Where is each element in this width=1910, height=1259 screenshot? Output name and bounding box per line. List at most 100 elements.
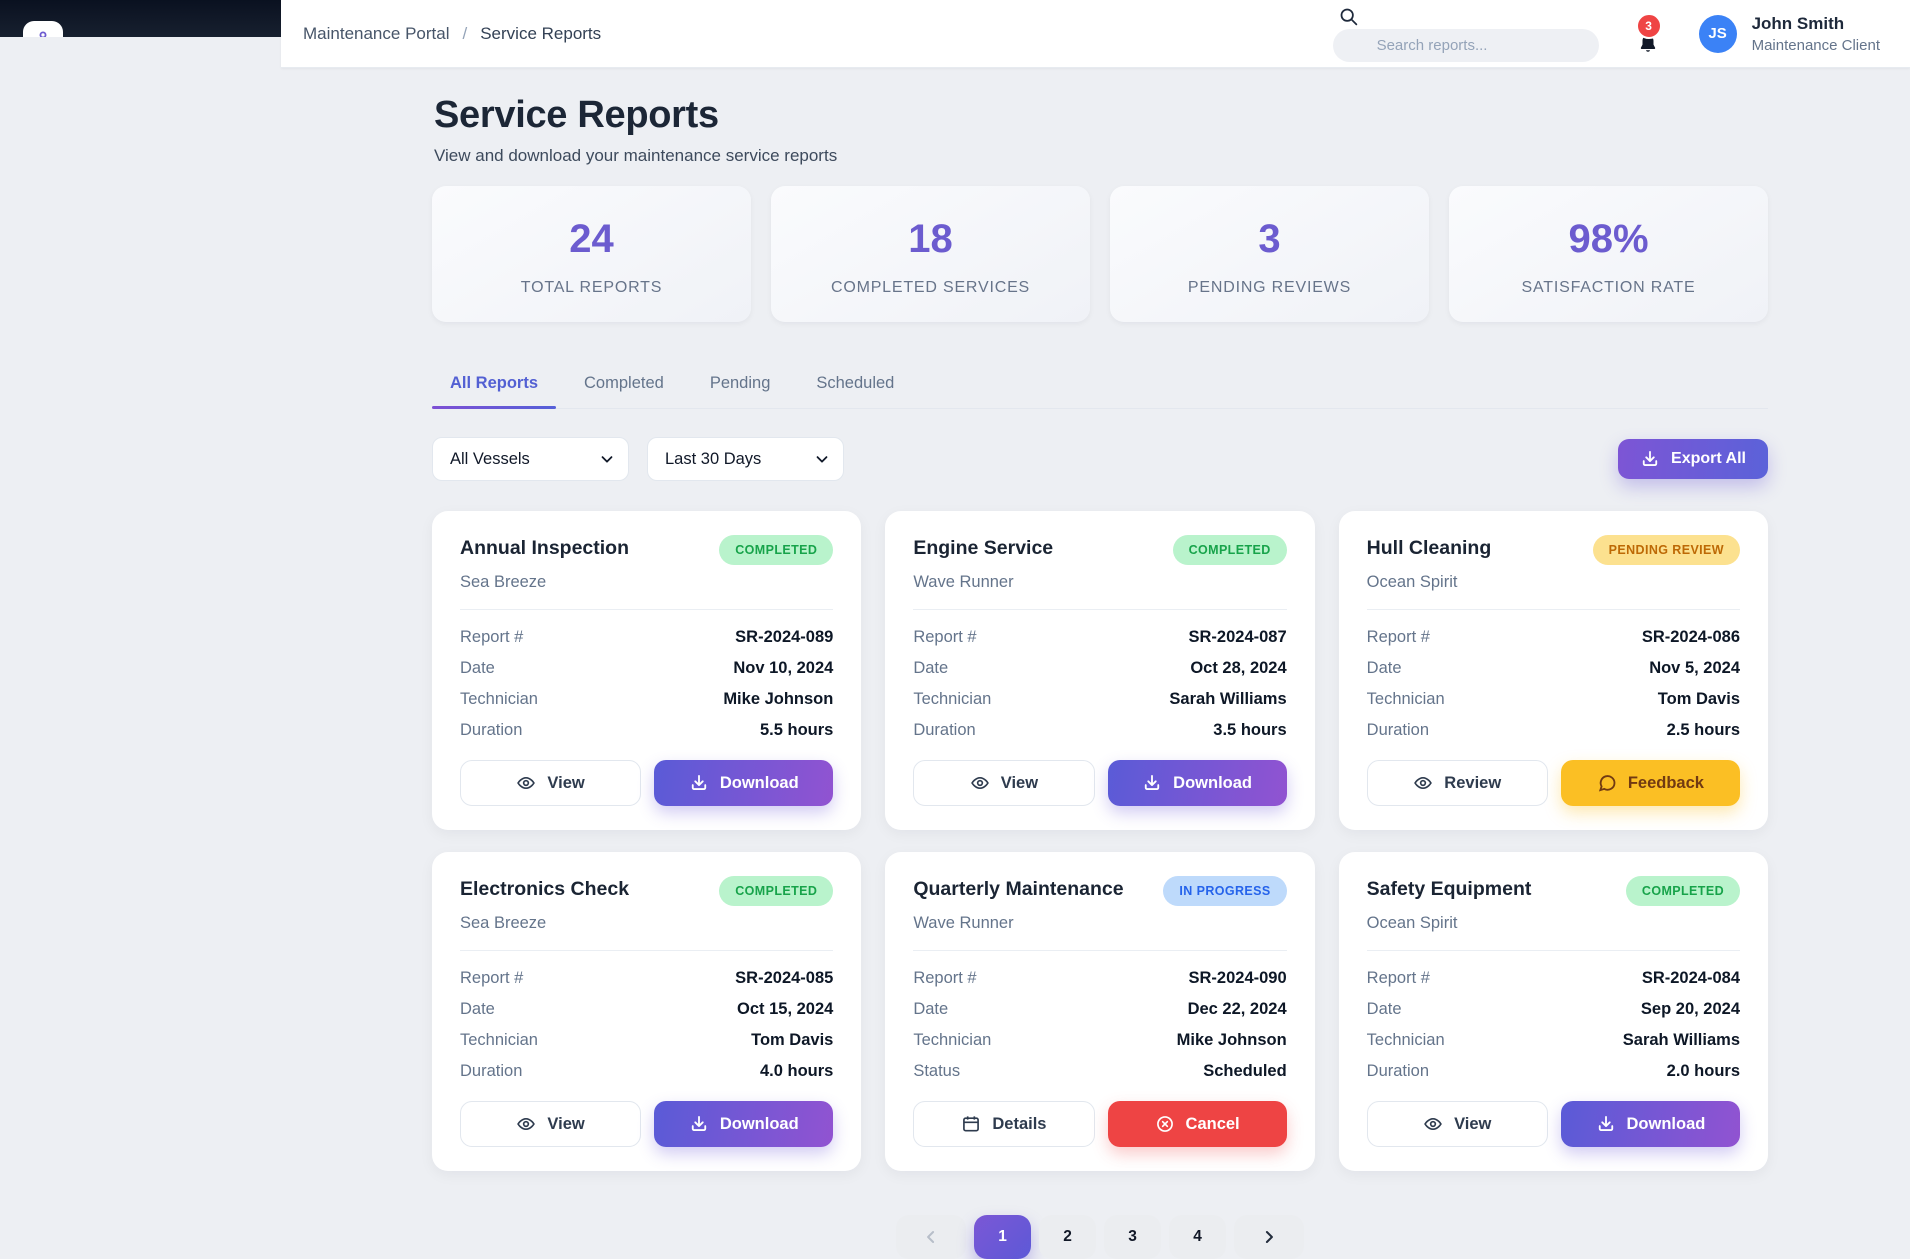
page-buttons: 1234	[974, 1215, 1226, 1259]
stat-value: 18	[908, 217, 953, 262]
field-value: Tom Davis	[751, 1031, 833, 1050]
vessel-name: Sea Breeze	[460, 914, 833, 933]
breadcrumb-item-current: Service Reports	[480, 24, 601, 44]
field-label: Duration	[1367, 1062, 1429, 1081]
report-card-header: Hull Cleaning PENDING REVIEW	[1367, 535, 1740, 565]
eye-icon	[1423, 1114, 1443, 1134]
report-card-header: Safety Equipment COMPLETED	[1367, 876, 1740, 906]
divider	[913, 950, 1286, 951]
user-name: John Smith	[1752, 15, 1880, 32]
page-1-button[interactable]: 1	[974, 1215, 1031, 1259]
field-value: Sarah Williams	[1169, 690, 1286, 709]
report-card: Engine Service COMPLETED Wave Runner Rep…	[885, 511, 1314, 830]
vessel-name: Wave Runner	[913, 914, 1286, 933]
notifications-button[interactable]: 3	[1635, 15, 1661, 55]
download-icon	[689, 1114, 709, 1134]
view-button[interactable]: View	[913, 760, 1094, 806]
notification-badge: 3	[1636, 13, 1662, 39]
report-card-header: Electronics Check COMPLETED	[460, 876, 833, 906]
report-actions: Review Feedback	[1367, 760, 1740, 806]
field-label: Duration	[460, 721, 522, 740]
field-value: Sep 20, 2024	[1641, 1000, 1740, 1019]
field-value: SR-2024-087	[1189, 628, 1287, 647]
report-card-header: Quarterly Maintenance IN PROGRESS	[913, 876, 1286, 906]
report-title: Annual Inspection	[460, 537, 629, 560]
field-label: Date	[913, 659, 948, 678]
vessel-filter-value: All Vessels	[450, 450, 530, 469]
chevron-down-icon	[598, 450, 616, 468]
vessel-filter-select[interactable]: All Vessels	[432, 437, 629, 481]
download-button[interactable]: Download	[1561, 1101, 1740, 1147]
tab-scheduled[interactable]: Scheduled	[798, 364, 912, 408]
status-badge: PENDING REVIEW	[1593, 535, 1740, 565]
stat-label: TOTAL REPORTS	[521, 279, 662, 297]
date-filter-select[interactable]: Last 30 Days	[647, 437, 844, 481]
report-field-row: Report # SR-2024-086	[1367, 628, 1740, 647]
report-actions: View Download	[460, 1101, 833, 1147]
tab-pending[interactable]: Pending	[692, 364, 789, 408]
page-2-button[interactable]: 2	[1039, 1215, 1096, 1259]
field-value: 4.0 hours	[760, 1062, 833, 1081]
action-label: Download	[720, 774, 799, 793]
stat-label: COMPLETED SERVICES	[831, 279, 1030, 297]
report-field-row: Technician Mike Johnson	[460, 690, 833, 709]
stat-card-satisfaction-rate: 98% SATISFACTION RATE	[1449, 186, 1768, 322]
stat-label: SATISFACTION RATE	[1522, 279, 1696, 297]
breadcrumb-item-portal[interactable]: Maintenance Portal	[303, 24, 449, 44]
report-field-row: Report # SR-2024-084	[1367, 969, 1740, 988]
field-label: Technician	[913, 690, 991, 709]
report-title: Hull Cleaning	[1367, 537, 1492, 560]
report-actions: Details Cancel	[913, 1101, 1286, 1147]
avatar[interactable]: JS	[1699, 15, 1737, 53]
action-label: View	[1001, 774, 1038, 793]
report-field-row: Technician Mike Johnson	[913, 1031, 1286, 1050]
view-button[interactable]: View	[1367, 1101, 1548, 1147]
report-title: Engine Service	[913, 537, 1053, 560]
action-label: Download	[1627, 1115, 1706, 1134]
eye-icon	[516, 1114, 536, 1134]
main-content: Service Reports View and download your m…	[432, 68, 1768, 1259]
field-value: Sarah Williams	[1623, 1031, 1740, 1050]
field-label: Date	[1367, 659, 1402, 678]
next-page-button[interactable]	[1234, 1215, 1304, 1259]
tab-completed[interactable]: Completed	[566, 364, 682, 408]
vessel-name: Ocean Spirit	[1367, 914, 1740, 933]
field-label: Status	[913, 1062, 960, 1081]
report-title: Quarterly Maintenance	[913, 878, 1123, 901]
field-label: Technician	[460, 690, 538, 709]
field-label: Report #	[913, 969, 976, 988]
search-icon[interactable]	[1338, 6, 1359, 27]
report-card: Quarterly Maintenance IN PROGRESS Wave R…	[885, 852, 1314, 1171]
prev-page-button[interactable]	[896, 1215, 966, 1259]
field-value: Oct 15, 2024	[737, 1000, 833, 1019]
page-3-button[interactable]: 3	[1104, 1215, 1161, 1259]
page-4-button[interactable]: 4	[1169, 1215, 1226, 1259]
field-value: Nov 5, 2024	[1649, 659, 1740, 678]
download-button[interactable]: Download	[1108, 760, 1287, 806]
report-title: Safety Equipment	[1367, 878, 1532, 901]
stats-row: 24 TOTAL REPORTS 18 COMPLETED SERVICES 3…	[432, 186, 1768, 322]
report-fields: Report # SR-2024-084 Date Sep 20, 2024 T…	[1367, 969, 1740, 1081]
search-input[interactable]	[1333, 29, 1599, 62]
field-label: Report #	[460, 969, 523, 988]
report-field-row: Duration 2.0 hours	[1367, 1062, 1740, 1081]
download-button[interactable]: Download	[654, 760, 833, 806]
action-label: Download	[720, 1115, 799, 1134]
view-button[interactable]: View	[460, 1101, 641, 1147]
report-field-row: Technician Tom Davis	[460, 1031, 833, 1050]
app-logo[interactable]	[23, 21, 63, 37]
report-card: Annual Inspection COMPLETED Sea Breeze R…	[432, 511, 861, 830]
stat-card-total-reports: 24 TOTAL REPORTS	[432, 186, 751, 322]
view-button[interactable]: View	[460, 760, 641, 806]
review-button[interactable]: Review	[1367, 760, 1548, 806]
details-button[interactable]: Details	[913, 1101, 1094, 1147]
cancel-button[interactable]: Cancel	[1108, 1101, 1287, 1147]
feedback-button[interactable]: Feedback	[1561, 760, 1740, 806]
tab-all-reports[interactable]: All Reports	[432, 364, 556, 408]
report-fields: Report # SR-2024-087 Date Oct 28, 2024 T…	[913, 628, 1286, 740]
action-label: Review	[1444, 774, 1501, 793]
export-all-button[interactable]: Export All	[1618, 439, 1768, 479]
chevron-left-icon	[921, 1227, 941, 1247]
download-button[interactable]: Download	[654, 1101, 833, 1147]
breadcrumb: Maintenance Portal / Service Reports	[303, 24, 601, 44]
